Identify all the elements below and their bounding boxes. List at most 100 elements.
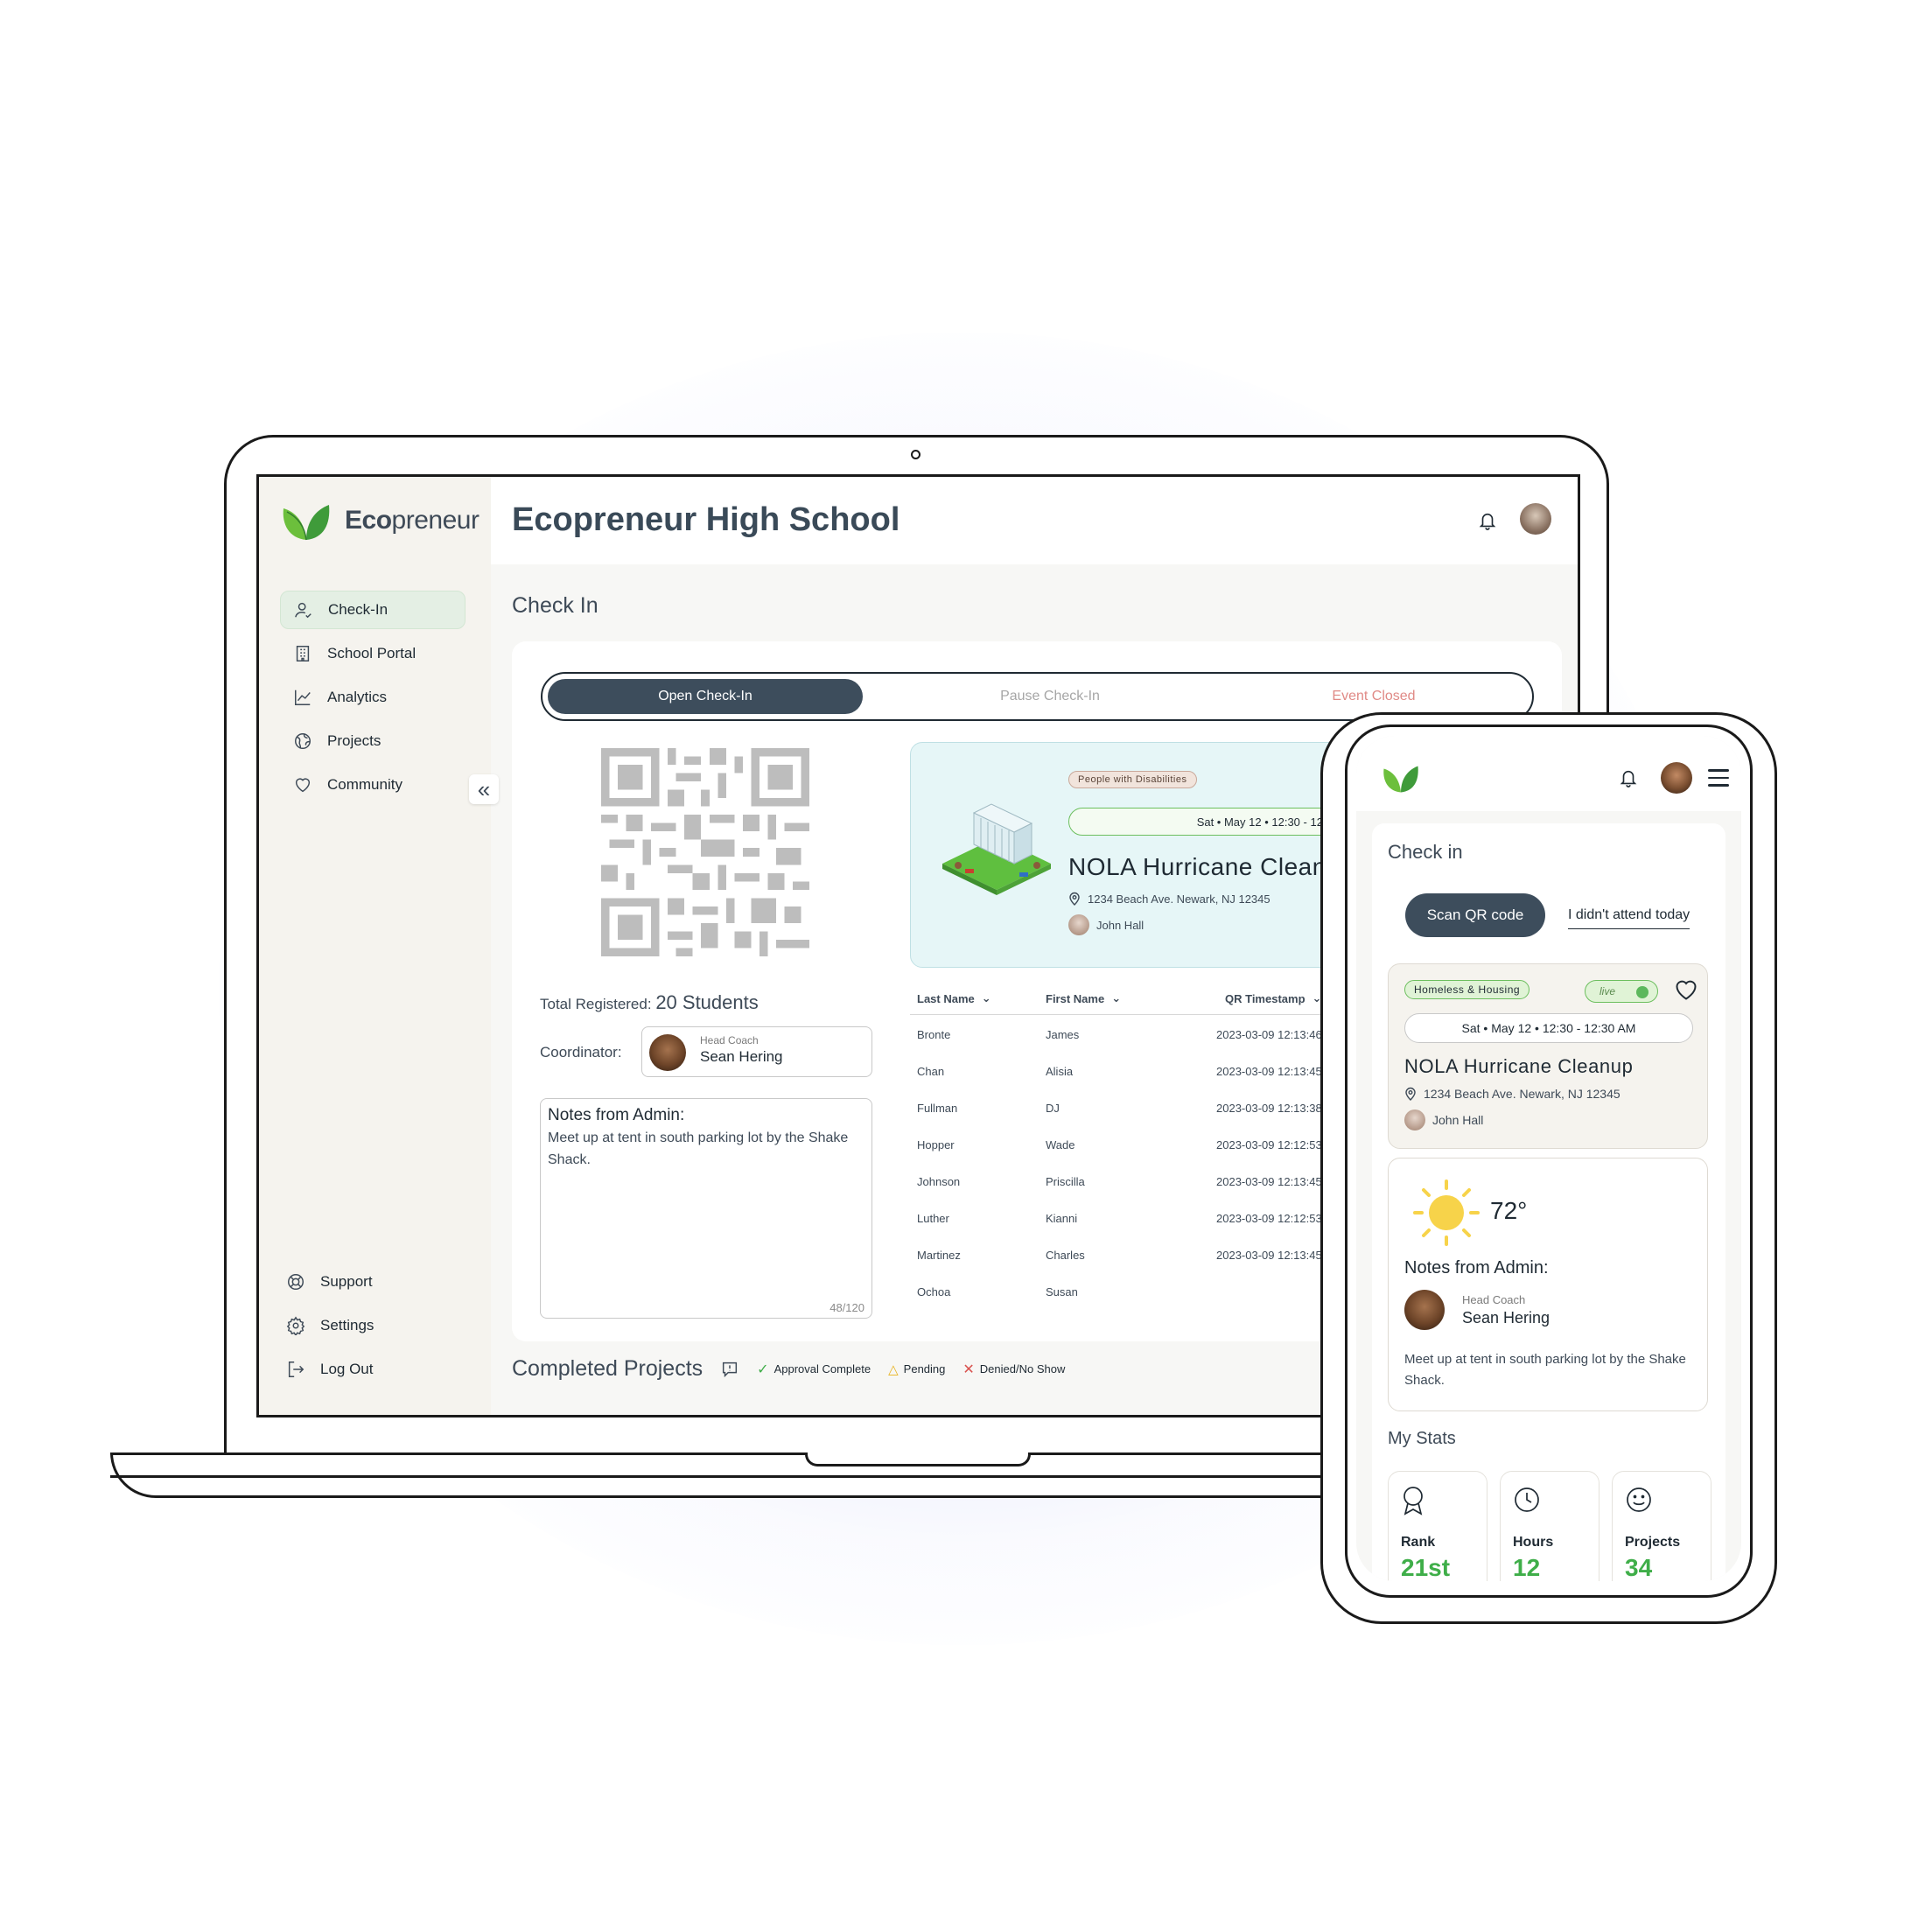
sidebar-item-log-out[interactable]: Log Out bbox=[280, 1350, 466, 1389]
coordinator-select[interactable]: Head Coach Sean Hering bbox=[641, 1026, 872, 1077]
sidebar-item-label: Check-In bbox=[328, 601, 388, 618]
greenhouse-illustration bbox=[942, 803, 1051, 895]
column-header-last-name[interactable]: Last Name ⌄ bbox=[917, 991, 991, 1005]
sidebar-nav: Check-In School Portal Analytics Project… bbox=[280, 591, 466, 809]
sidebar-item-analytics[interactable]: Analytics bbox=[280, 678, 466, 717]
section-title: Check in bbox=[1388, 841, 1463, 863]
leaf-logo-icon[interactable] bbox=[1381, 762, 1421, 794]
mobile-top-bar bbox=[1356, 736, 1741, 811]
user-avatar[interactable] bbox=[1520, 503, 1551, 535]
admin-notes-field[interactable]: Notes from Admin: Meet up at tent in sou… bbox=[540, 1098, 872, 1319]
sun-icon bbox=[1413, 1180, 1480, 1246]
coordinator-name: Sean Hering bbox=[700, 1048, 783, 1065]
user-check-icon bbox=[293, 599, 314, 620]
phone-device: Check in Scan QR code I didn't attend to… bbox=[1345, 724, 1753, 1598]
sidebar-item-check-in[interactable]: Check-In bbox=[280, 591, 466, 629]
gear-icon bbox=[285, 1315, 306, 1336]
sidebar-item-label: Settings bbox=[320, 1317, 374, 1334]
event-address: 1234 Beach Ave. Newark, NJ 12345 bbox=[1404, 1087, 1620, 1101]
notes-char-count: 48/120 bbox=[830, 1301, 864, 1314]
completed-projects-header: Completed Projects ✓ Approval Complete △… bbox=[512, 1356, 1065, 1382]
qr-code bbox=[601, 748, 809, 956]
heart-icon bbox=[292, 774, 313, 795]
coordinator-role: Head Coach bbox=[700, 1034, 759, 1046]
chart-line-icon bbox=[292, 687, 313, 708]
sidebar-item-settings[interactable]: Settings bbox=[280, 1306, 466, 1345]
stat-projects[interactable]: Projects 34 bbox=[1612, 1471, 1712, 1581]
leaf-logo-icon bbox=[283, 505, 330, 541]
event-date: Sat • May 12 • 12:30 - 12:30 AM bbox=[1404, 1013, 1693, 1043]
brand-logo[interactable]: Ecopreneur bbox=[280, 500, 480, 542]
live-toggle[interactable]: live bbox=[1585, 980, 1658, 1003]
didnt-attend-link[interactable]: I didn't attend today bbox=[1568, 907, 1690, 929]
live-indicator-dot bbox=[1636, 986, 1648, 998]
coordinator-label: Coordinator: bbox=[540, 1044, 622, 1060]
stat-hours[interactable]: Hours 12 bbox=[1500, 1471, 1600, 1581]
hamburger-menu-icon[interactable] bbox=[1708, 769, 1729, 792]
lifebuoy-icon bbox=[285, 1271, 306, 1292]
building-icon bbox=[292, 643, 313, 664]
column-header-first-name[interactable]: First Name ⌄ bbox=[1046, 991, 1121, 1005]
sidebar-item-projects[interactable]: Projects bbox=[280, 722, 466, 760]
coach-role: Head Coach bbox=[1462, 1293, 1526, 1306]
laptop-camera bbox=[911, 450, 920, 459]
event-name: NOLA Hurricane Cleanup bbox=[1068, 853, 1354, 880]
sidebar-item-label: Support bbox=[320, 1273, 373, 1290]
legend-pending: △ Pending bbox=[888, 1362, 946, 1377]
sidebar: Ecopreneur Check-In School Portal Analyt… bbox=[259, 477, 491, 1415]
my-stats-title: My Stats bbox=[1388, 1429, 1456, 1448]
top-bar: Ecopreneur High School bbox=[491, 477, 1578, 564]
info-message-icon[interactable] bbox=[720, 1360, 739, 1379]
laptop-notch bbox=[805, 1452, 1031, 1466]
sidebar-item-school-portal[interactable]: School Portal bbox=[280, 634, 466, 673]
mobile-screen: Check in Scan QR code I didn't attend to… bbox=[1356, 736, 1741, 1581]
event-category-tag: People with Disabilities bbox=[1068, 771, 1197, 788]
mobile-notes-card: 72° Notes from Admin: Head Coach Sean He… bbox=[1388, 1158, 1708, 1411]
event-closed-button[interactable]: Event Closed bbox=[1242, 679, 1505, 714]
notification-bell-icon[interactable] bbox=[1478, 510, 1497, 536]
temperature: 72° bbox=[1490, 1197, 1528, 1224]
mobile-check-in-card: Check in Scan QR code I didn't attend to… bbox=[1372, 823, 1726, 1581]
scan-qr-button[interactable]: Scan QR code bbox=[1405, 893, 1545, 937]
completed-projects-title: Completed Projects bbox=[512, 1356, 704, 1381]
pause-check-in-button[interactable]: Pause Check-In bbox=[919, 679, 1181, 714]
notes-body: Meet up at tent in south parking lot by … bbox=[1404, 1352, 1686, 1388]
location-pin-icon bbox=[1405, 1087, 1416, 1101]
sidebar-item-label: Analytics bbox=[327, 689, 388, 705]
favorite-heart-icon[interactable] bbox=[1674, 978, 1698, 1005]
sidebar-bottom-nav: Support Settings Log Out bbox=[280, 1263, 466, 1394]
coach-name: Sean Hering bbox=[1462, 1309, 1550, 1326]
notes-title: Notes from Admin: bbox=[548, 1106, 685, 1124]
mobile-event-card[interactable]: Homeless & Housing live Sat • May 12 • 1… bbox=[1388, 963, 1708, 1149]
coordinator-avatar bbox=[649, 1034, 686, 1071]
total-registered: Total Registered: 20 Students bbox=[540, 991, 759, 1013]
open-check-in-button[interactable]: Open Check-In bbox=[548, 679, 863, 714]
sidebar-item-community[interactable]: Community bbox=[280, 766, 466, 804]
stat-value: 21st bbox=[1401, 1554, 1451, 1581]
clock-icon bbox=[1515, 1488, 1539, 1512]
legend-denied: ✕ Denied/No Show bbox=[962, 1362, 1066, 1377]
warning-icon: △ bbox=[888, 1362, 899, 1377]
notes-body: Meet up at tent in south parking lot by … bbox=[548, 1130, 849, 1167]
sidebar-item-label: Log Out bbox=[320, 1361, 374, 1377]
collapse-sidebar-button[interactable]: « bbox=[469, 774, 499, 804]
sidebar-item-label: Projects bbox=[327, 732, 382, 749]
check-icon: ✓ bbox=[757, 1362, 769, 1377]
host-avatar bbox=[1068, 914, 1089, 935]
sidebar-item-support[interactable]: Support bbox=[280, 1263, 466, 1301]
page-title: Ecopreneur High School bbox=[512, 501, 900, 538]
globe-icon bbox=[292, 731, 313, 752]
sidebar-item-label: School Portal bbox=[327, 645, 416, 662]
stat-label: Projects bbox=[1625, 1535, 1681, 1550]
coach-avatar bbox=[1404, 1290, 1445, 1330]
user-avatar[interactable] bbox=[1661, 762, 1692, 794]
notification-bell-icon[interactable] bbox=[1619, 767, 1638, 793]
section-title: Check In bbox=[512, 593, 598, 618]
event-host: John Hall bbox=[1068, 914, 1144, 935]
column-header-qr-timestamp[interactable]: QR Timestamp ⌄ bbox=[1225, 991, 1321, 1005]
sidebar-item-label: Community bbox=[327, 776, 402, 793]
notes-title: Notes from Admin: bbox=[1404, 1258, 1549, 1278]
award-icon bbox=[1404, 1487, 1423, 1516]
stat-label: Hours bbox=[1513, 1535, 1554, 1550]
stat-rank[interactable]: Rank 21st bbox=[1388, 1471, 1488, 1581]
